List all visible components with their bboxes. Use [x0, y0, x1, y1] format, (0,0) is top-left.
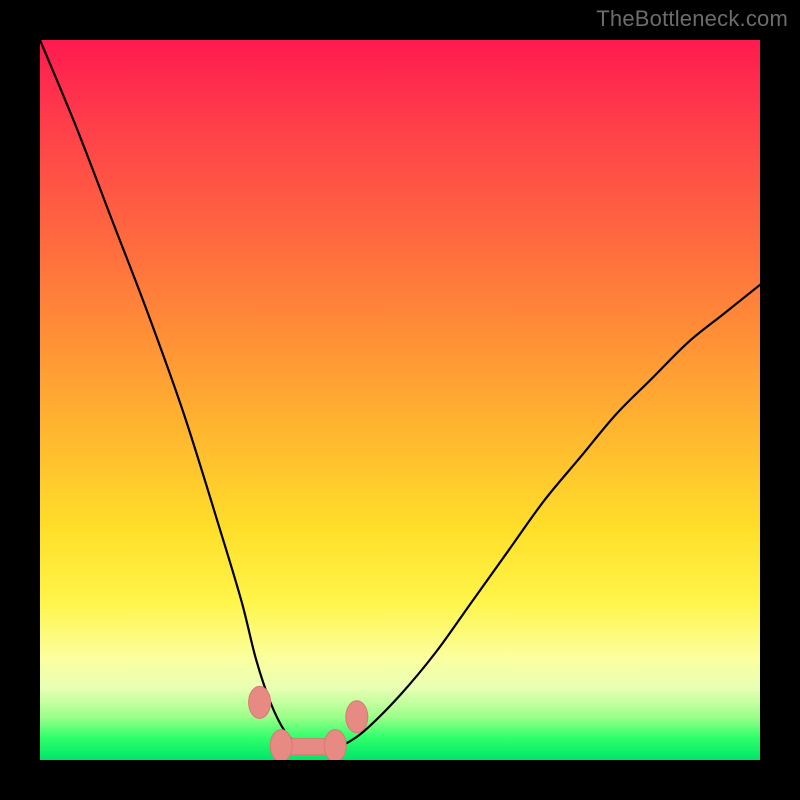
optimum-marker-0 [249, 686, 271, 718]
optimum-marker-3 [346, 701, 368, 733]
curve-layer [40, 40, 760, 760]
watermark-text: TheBottleneck.com [596, 6, 788, 32]
plot-area [40, 40, 760, 760]
optimum-markers [249, 686, 368, 760]
optimum-marker-1 [270, 730, 292, 760]
chart-frame: TheBottleneck.com [0, 0, 800, 800]
optimum-marker-2 [324, 730, 346, 760]
bottleneck-curve [40, 40, 760, 754]
